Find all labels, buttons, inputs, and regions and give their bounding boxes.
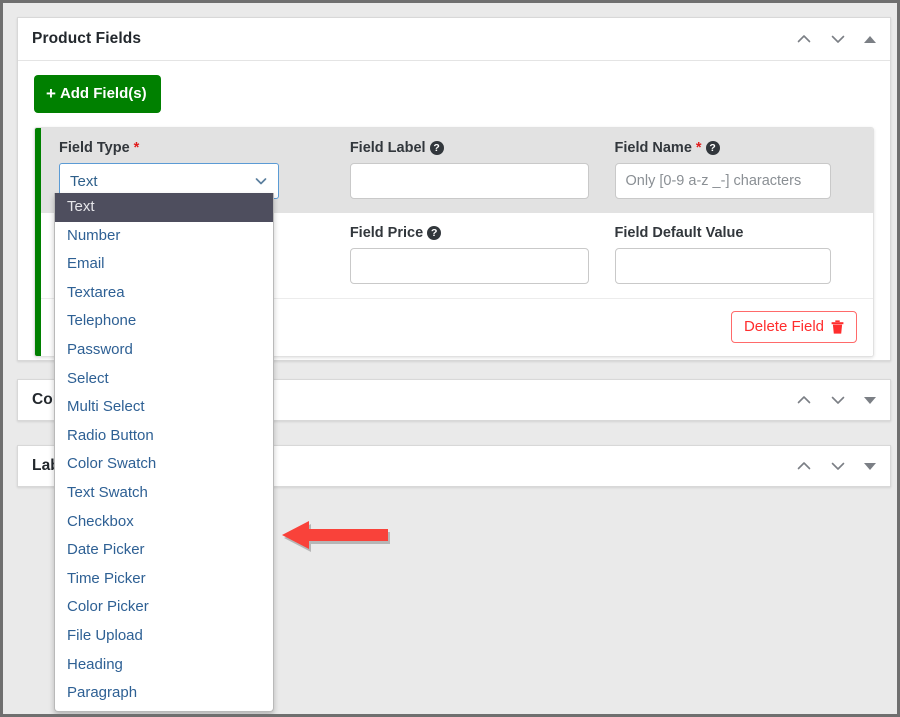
page-title: Product Fields: [32, 30, 141, 48]
field-label-cell: Field Label ?: [350, 140, 615, 199]
dropdown-option[interactable]: Password: [55, 336, 273, 365]
dropdown-option[interactable]: Number: [55, 222, 273, 251]
field-label-label-text: Field Label: [350, 140, 426, 156]
field-type-label-text: Field Type: [59, 140, 130, 156]
chevron-down-icon[interactable]: [830, 458, 846, 474]
dropdown-option[interactable]: Heading: [55, 651, 273, 680]
add-fields-button[interactable]: + Add Field(s): [34, 75, 161, 113]
panel-header-tools: [796, 380, 876, 420]
field-default-value-cell: Field Default Value: [615, 225, 857, 284]
dropdown-option[interactable]: Time Picker: [55, 565, 273, 594]
panel-header-tools: [796, 18, 876, 60]
dropdown-option[interactable]: Date Picker: [55, 536, 273, 565]
chevron-down-icon[interactable]: [830, 392, 846, 408]
field-name-input[interactable]: [615, 163, 831, 199]
field-name-cell: Field Name* ?: [615, 140, 857, 199]
field-price-input[interactable]: [350, 248, 589, 284]
left-arrow-annotation: [279, 515, 391, 557]
delete-field-button[interactable]: Delete Field: [731, 311, 857, 343]
dropdown-option[interactable]: Text: [55, 193, 273, 222]
dropdown-option[interactable]: Color Picker: [55, 593, 273, 622]
dropdown-option[interactable]: Email: [55, 250, 273, 279]
screenshot-frame: Product Fields + Add Field(s): [0, 0, 900, 717]
dropdown-option[interactable]: Text Swatch: [55, 479, 273, 508]
dropdown-option[interactable]: File Upload: [55, 622, 273, 651]
add-fields-button-label: Add Field(s): [60, 86, 147, 101]
question-circle-icon[interactable]: ?: [430, 141, 444, 155]
field-default-value-label: Field Default Value: [615, 225, 831, 241]
product-fields-panel-header: Product Fields: [18, 18, 890, 61]
field-card-accent-bar: [35, 128, 41, 356]
field-default-value-label-text: Field Default Value: [615, 225, 744, 241]
field-type-select-value: Text: [70, 173, 98, 190]
field-type-label: Field Type*: [59, 140, 324, 156]
chevron-up-icon[interactable]: [796, 458, 812, 474]
question-circle-icon[interactable]: ?: [706, 141, 720, 155]
dropdown-option[interactable]: Radio Button: [55, 422, 273, 451]
dropdown-option[interactable]: Multi Select: [55, 393, 273, 422]
chevron-down-icon[interactable]: [830, 31, 846, 47]
required-marker: *: [134, 140, 140, 156]
dropdown-option[interactable]: Textarea: [55, 279, 273, 308]
chevron-up-icon[interactable]: [796, 392, 812, 408]
dropdown-option[interactable]: Color Swatch: [55, 450, 273, 479]
plus-icon: +: [46, 85, 56, 102]
dropdown-option[interactable]: Telephone: [55, 307, 273, 336]
triangle-down-icon[interactable]: [864, 397, 876, 404]
delete-field-button-label: Delete Field: [744, 319, 824, 334]
dropdown-option[interactable]: Select: [55, 365, 273, 394]
dropdown-option[interactable]: Paragraph: [55, 679, 273, 708]
chevron-up-icon[interactable]: [796, 31, 812, 47]
field-label-label: Field Label ?: [350, 140, 589, 156]
field-price-label: Field Price ?: [350, 225, 589, 241]
field-type-dropdown-list[interactable]: TextNumberEmailTextareaTelephonePassword…: [54, 193, 274, 712]
triangle-down-icon[interactable]: [864, 463, 876, 470]
question-circle-icon[interactable]: ?: [427, 226, 441, 240]
dropdown-option[interactable]: Checkbox: [55, 508, 273, 537]
required-marker: *: [696, 140, 702, 156]
field-name-label: Field Name* ?: [615, 140, 831, 156]
field-type-cell: Field Type* Text: [59, 140, 350, 199]
field-default-value-input[interactable]: [615, 248, 831, 284]
panel-header-tools: [796, 446, 876, 486]
field-price-label-text: Field Price: [350, 225, 423, 241]
triangle-up-icon[interactable]: [864, 36, 876, 43]
trash-icon: [831, 320, 844, 334]
chevron-down-icon: [254, 174, 268, 188]
field-price-cell: Field Price ?: [350, 225, 615, 284]
field-name-label-text: Field Name: [615, 140, 692, 156]
field-label-input[interactable]: [350, 163, 589, 199]
